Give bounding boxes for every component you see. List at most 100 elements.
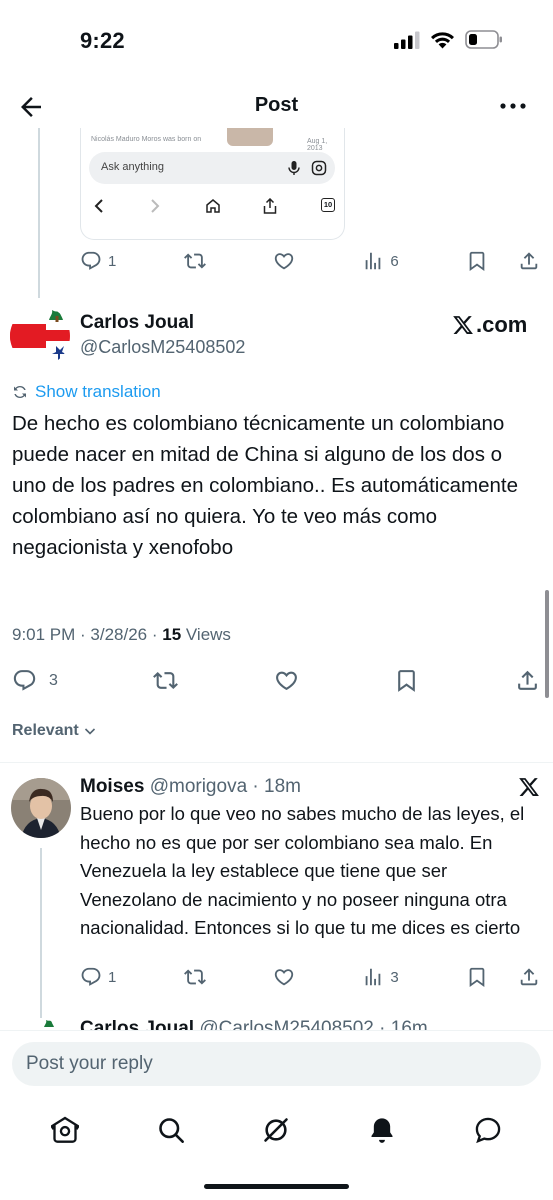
views-button[interactable]: 3 xyxy=(362,966,399,988)
avatar xyxy=(24,1018,58,1030)
microphone-icon xyxy=(288,161,300,175)
lens-icon xyxy=(311,160,327,176)
reply-button[interactable]: 1 xyxy=(80,966,116,988)
author-name[interactable]: Carlos Joual xyxy=(80,312,194,334)
sort-replies-dropdown[interactable]: Relevant xyxy=(12,722,97,740)
reply-header: Moises @morigova · 18m xyxy=(80,776,301,798)
status-time: 9:22 xyxy=(80,28,125,53)
bell-icon[interactable] xyxy=(368,1116,396,1144)
bookmark-icon[interactable] xyxy=(466,250,488,272)
x-logo xyxy=(518,776,540,798)
repost-icon[interactable] xyxy=(183,966,206,988)
tweet-views-count: 15 xyxy=(162,625,182,644)
search-icon[interactable] xyxy=(157,1116,185,1144)
analytics-icon xyxy=(365,252,381,270)
share-icon[interactable] xyxy=(518,250,540,272)
thread-line xyxy=(40,848,42,1018)
battery-icon xyxy=(465,30,502,49)
reply-author-name[interactable]: Moises xyxy=(80,776,144,797)
views-count: 6 xyxy=(390,252,399,270)
x-logo-icon xyxy=(519,778,539,796)
reply-author-handle[interactable]: @morigova xyxy=(144,776,247,797)
like-button[interactable] xyxy=(273,250,295,272)
show-translation-link[interactable]: Show translation xyxy=(12,382,161,402)
heart-icon[interactable] xyxy=(273,966,295,988)
bottom-nav xyxy=(0,1100,553,1160)
reply-count: 1 xyxy=(108,968,117,986)
reply-count: 3 xyxy=(49,671,58,689)
attached-image[interactable]: Nicolás Maduro Moros was born on Aug 1, … xyxy=(80,128,345,240)
flag-avatar-image xyxy=(24,1018,58,1030)
next-reply-peek[interactable]: Carlos Joual @CarlosM25408502 · 16m xyxy=(0,1014,553,1030)
messages-icon[interactable] xyxy=(474,1116,502,1144)
share-icon[interactable] xyxy=(518,966,540,988)
embed-snippet: Nicolás Maduro Moros was born on xyxy=(91,136,202,143)
heart-icon[interactable] xyxy=(274,668,299,693)
avatar[interactable] xyxy=(10,306,70,366)
reply-button[interactable]: 1 xyxy=(80,250,116,272)
more-horizontal-icon xyxy=(500,103,526,109)
status-icons xyxy=(394,30,503,49)
profile-photo xyxy=(11,778,71,838)
embed-photo xyxy=(227,128,273,146)
reply-actions: 1 3 xyxy=(80,966,540,988)
repost-icon xyxy=(183,253,206,269)
chevron-left-icon xyxy=(94,199,103,213)
tabs-count: 10 xyxy=(321,198,335,212)
thread-line xyxy=(38,128,40,298)
flag-avatar-image xyxy=(10,306,70,366)
sort-label: Relevant xyxy=(12,722,79,739)
x-com-badge: .com xyxy=(452,312,527,338)
tweet-text: De hecho es colombiano técnicamente un c… xyxy=(12,412,518,559)
tweet-views-label: Views xyxy=(181,625,231,644)
avatar[interactable] xyxy=(11,778,71,838)
tweet-metadata: 9:01 PM · 3/28/26 · 15 Views xyxy=(12,625,231,645)
next-reply-handle: @CarlosM25408502 xyxy=(194,1018,374,1030)
x-com-text: .com xyxy=(476,312,528,337)
reply-icon xyxy=(13,670,36,691)
home-icon xyxy=(206,199,220,213)
reply-count: 1 xyxy=(108,252,117,270)
grok-icon[interactable] xyxy=(262,1116,290,1144)
home-icon[interactable] xyxy=(50,1116,79,1144)
bookmark-icon[interactable] xyxy=(466,966,488,988)
reply-input[interactable] xyxy=(12,1042,541,1086)
bookmark-icon[interactable] xyxy=(394,668,419,693)
embed-ask-placeholder: Ask anything xyxy=(101,161,164,173)
next-reply-time: · 16m xyxy=(373,1018,428,1030)
translate-icon xyxy=(14,385,26,399)
embed-date: Aug 1, 2013 xyxy=(307,138,328,152)
views-count: 3 xyxy=(390,968,399,986)
x-logo-icon xyxy=(453,316,473,334)
page-title: Post xyxy=(254,94,299,116)
analytics-icon xyxy=(365,968,381,986)
share-icon xyxy=(263,198,277,214)
chevron-down-icon xyxy=(84,728,95,735)
repost-button[interactable] xyxy=(183,250,206,272)
main-tweet-actions: 3 xyxy=(12,668,540,693)
chevron-right-icon xyxy=(151,199,160,213)
prev-tweet-actions: 1 6 xyxy=(80,250,540,272)
views-button[interactable]: 6 xyxy=(362,250,399,272)
bookmark-share-group xyxy=(466,250,540,272)
tweet-timestamp[interactable]: 9:01 PM · 3/28/26 · xyxy=(12,625,162,644)
reply-icon xyxy=(81,967,101,986)
wifi-icon xyxy=(431,31,454,48)
reply-icon xyxy=(81,251,101,270)
heart-icon xyxy=(274,253,294,270)
next-reply-name: Carlos Joual xyxy=(80,1018,195,1030)
bookmark-share-group xyxy=(466,966,540,988)
show-translation-label: Show translation xyxy=(35,382,161,401)
home-indicator xyxy=(204,1184,349,1189)
reply-text: Bueno por lo que veo no sabes mucho de l… xyxy=(80,803,525,938)
scrollbar-thumb[interactable] xyxy=(545,590,549,698)
signal-icon xyxy=(394,31,420,49)
embed-ask-bar: Ask anything xyxy=(89,152,335,184)
reply-button[interactable]: 3 xyxy=(12,668,58,693)
author-handle[interactable]: @CarlosM25408502 xyxy=(80,337,245,358)
reply-time: · 18m xyxy=(247,776,301,797)
repost-icon[interactable] xyxy=(153,668,179,693)
more-options-button[interactable] xyxy=(499,96,527,116)
next-reply-header: Carlos Joual @CarlosM25408502 · 16m xyxy=(80,1018,428,1030)
share-icon[interactable] xyxy=(515,668,540,693)
